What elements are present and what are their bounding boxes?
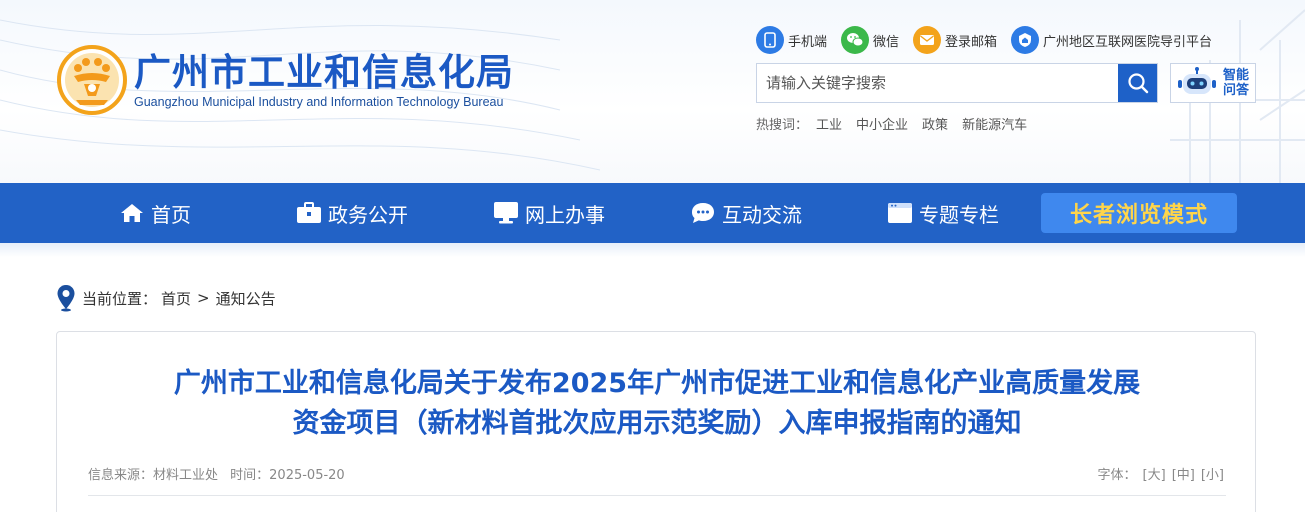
ai-assistant-label: 智能问答 <box>1223 68 1250 98</box>
wechat-link[interactable]: 微信 <box>841 26 899 54</box>
font-size-small-button[interactable]: [小] <box>1201 464 1224 483</box>
nav-item-home[interactable]: 首页 <box>119 183 191 243</box>
font-size-switcher: 字体： [大] [中] [小] <box>1098 464 1224 483</box>
hot-search-item[interactable]: 政策 <box>922 114 948 133</box>
hot-search-title: 热搜词： <box>756 118 809 133</box>
bureau-emblem-icon <box>57 45 127 115</box>
briefcase-icon <box>296 200 322 226</box>
chat-icon <box>690 200 716 226</box>
monitor-icon <box>493 200 519 226</box>
font-size-medium-button[interactable]: [中] <box>1172 464 1195 483</box>
elder-mode-button[interactable]: 长者浏览模式 <box>1041 193 1237 233</box>
window-icon <box>887 200 913 226</box>
nav-item-government-affairs[interactable]: 政务公开 <box>296 183 408 243</box>
nav-item-label: 政务公开 <box>328 202 408 227</box>
breadcrumb-link-notices[interactable]: 通知公告 <box>216 288 276 309</box>
site-name: 广州市工业和信息化局 <box>134 51 514 94</box>
article-card: 广州市工业和信息化局关于发布2025年广州市促进工业和信息化产业高质量发展 资金… <box>56 331 1256 512</box>
search-box <box>756 63 1158 103</box>
article-title-line: 资金项目（新材料首批次应用示范奖励）入库申报指南的通知 <box>292 408 1022 439</box>
nav-shadow <box>0 243 1305 257</box>
font-size-large-button[interactable]: [大] <box>1143 464 1166 483</box>
article-source: 信息来源：材料工业处 <box>88 468 219 483</box>
article-date: 时间：2025-05-20 <box>230 468 345 483</box>
wechat-link-label: 微信 <box>873 34 900 50</box>
site-header: 广州市工业和信息化局 Guangzhou Municipal Industry … <box>0 0 1305 183</box>
meta-divider <box>88 495 1226 496</box>
breadcrumb: 当前位置： 首页 > 通知公告 <box>56 284 276 312</box>
nav-item-special-topics[interactable]: 专题专栏 <box>887 183 999 243</box>
hospital-guide-link[interactable]: 广州地区互联网医院导引平台 <box>1011 26 1212 54</box>
hot-search-item[interactable]: 中小企业 <box>856 114 908 133</box>
site-logo[interactable]: 广州市工业和信息化局 Guangzhou Municipal Industry … <box>56 44 514 116</box>
mail-icon <box>913 26 942 54</box>
home-icon <box>119 200 145 226</box>
nav-item-label: 互动交流 <box>722 202 802 227</box>
nav-item-label: 首页 <box>151 202 191 227</box>
wechat-icon <box>841 26 870 54</box>
breadcrumb-link-home[interactable]: 首页 <box>161 288 191 309</box>
search-input[interactable] <box>757 64 1118 102</box>
hospital-shield-icon <box>1011 26 1040 54</box>
hospital-guide-label: 广州地区互联网医院导引平台 <box>1043 34 1213 50</box>
breadcrumb-prefix: 当前位置： <box>82 289 158 308</box>
article-title: 广州市工业和信息化局关于发布2025年广州市促进工业和信息化产业高质量发展 资金… <box>57 364 1257 444</box>
breadcrumb-separator: > <box>197 289 210 307</box>
article-title-line: 广州市工业和信息化局关于发布2025年广州市促进工业和信息化产业高质量发展 <box>173 368 1141 399</box>
font-size-label: 字体： <box>1097 468 1137 483</box>
mobile-link-label: 手机端 <box>788 34 828 50</box>
mobile-link[interactable]: 手机端 <box>756 26 827 54</box>
robot-icon <box>1178 67 1216 94</box>
quick-links: 手机端 微信 登录邮箱 广州地区互联网医院导引平台 <box>756 25 1226 55</box>
site-name-english: Guangzhou Municipal Industry and Informa… <box>134 95 504 109</box>
mail-link[interactable]: 登录邮箱 <box>913 26 997 54</box>
hot-search-item[interactable]: 工业 <box>816 114 842 133</box>
ai-assistant-button[interactable]: 智能问答 <box>1170 63 1256 103</box>
nav-item-online-services[interactable]: 网上办事 <box>493 183 605 243</box>
nav-item-label: 专题专栏 <box>919 202 999 227</box>
mobile-icon <box>756 26 784 54</box>
location-pin-icon <box>57 285 75 312</box>
article-meta: 信息来源：材料工业处 时间：2025-05-20 <box>88 464 353 483</box>
search-button[interactable] <box>1118 64 1157 102</box>
elder-mode-label: 长者浏览模式 <box>1069 203 1208 228</box>
mail-link-label: 登录邮箱 <box>945 34 998 50</box>
search-icon <box>1127 73 1148 94</box>
hot-search-item[interactable]: 新能源汽车 <box>962 114 1027 133</box>
nav-item-interaction[interactable]: 互动交流 <box>690 183 802 243</box>
nav-item-label: 网上办事 <box>525 202 605 227</box>
hot-search: 热搜词： 工业 中小企业 政策 新能源汽车 <box>756 114 1041 133</box>
